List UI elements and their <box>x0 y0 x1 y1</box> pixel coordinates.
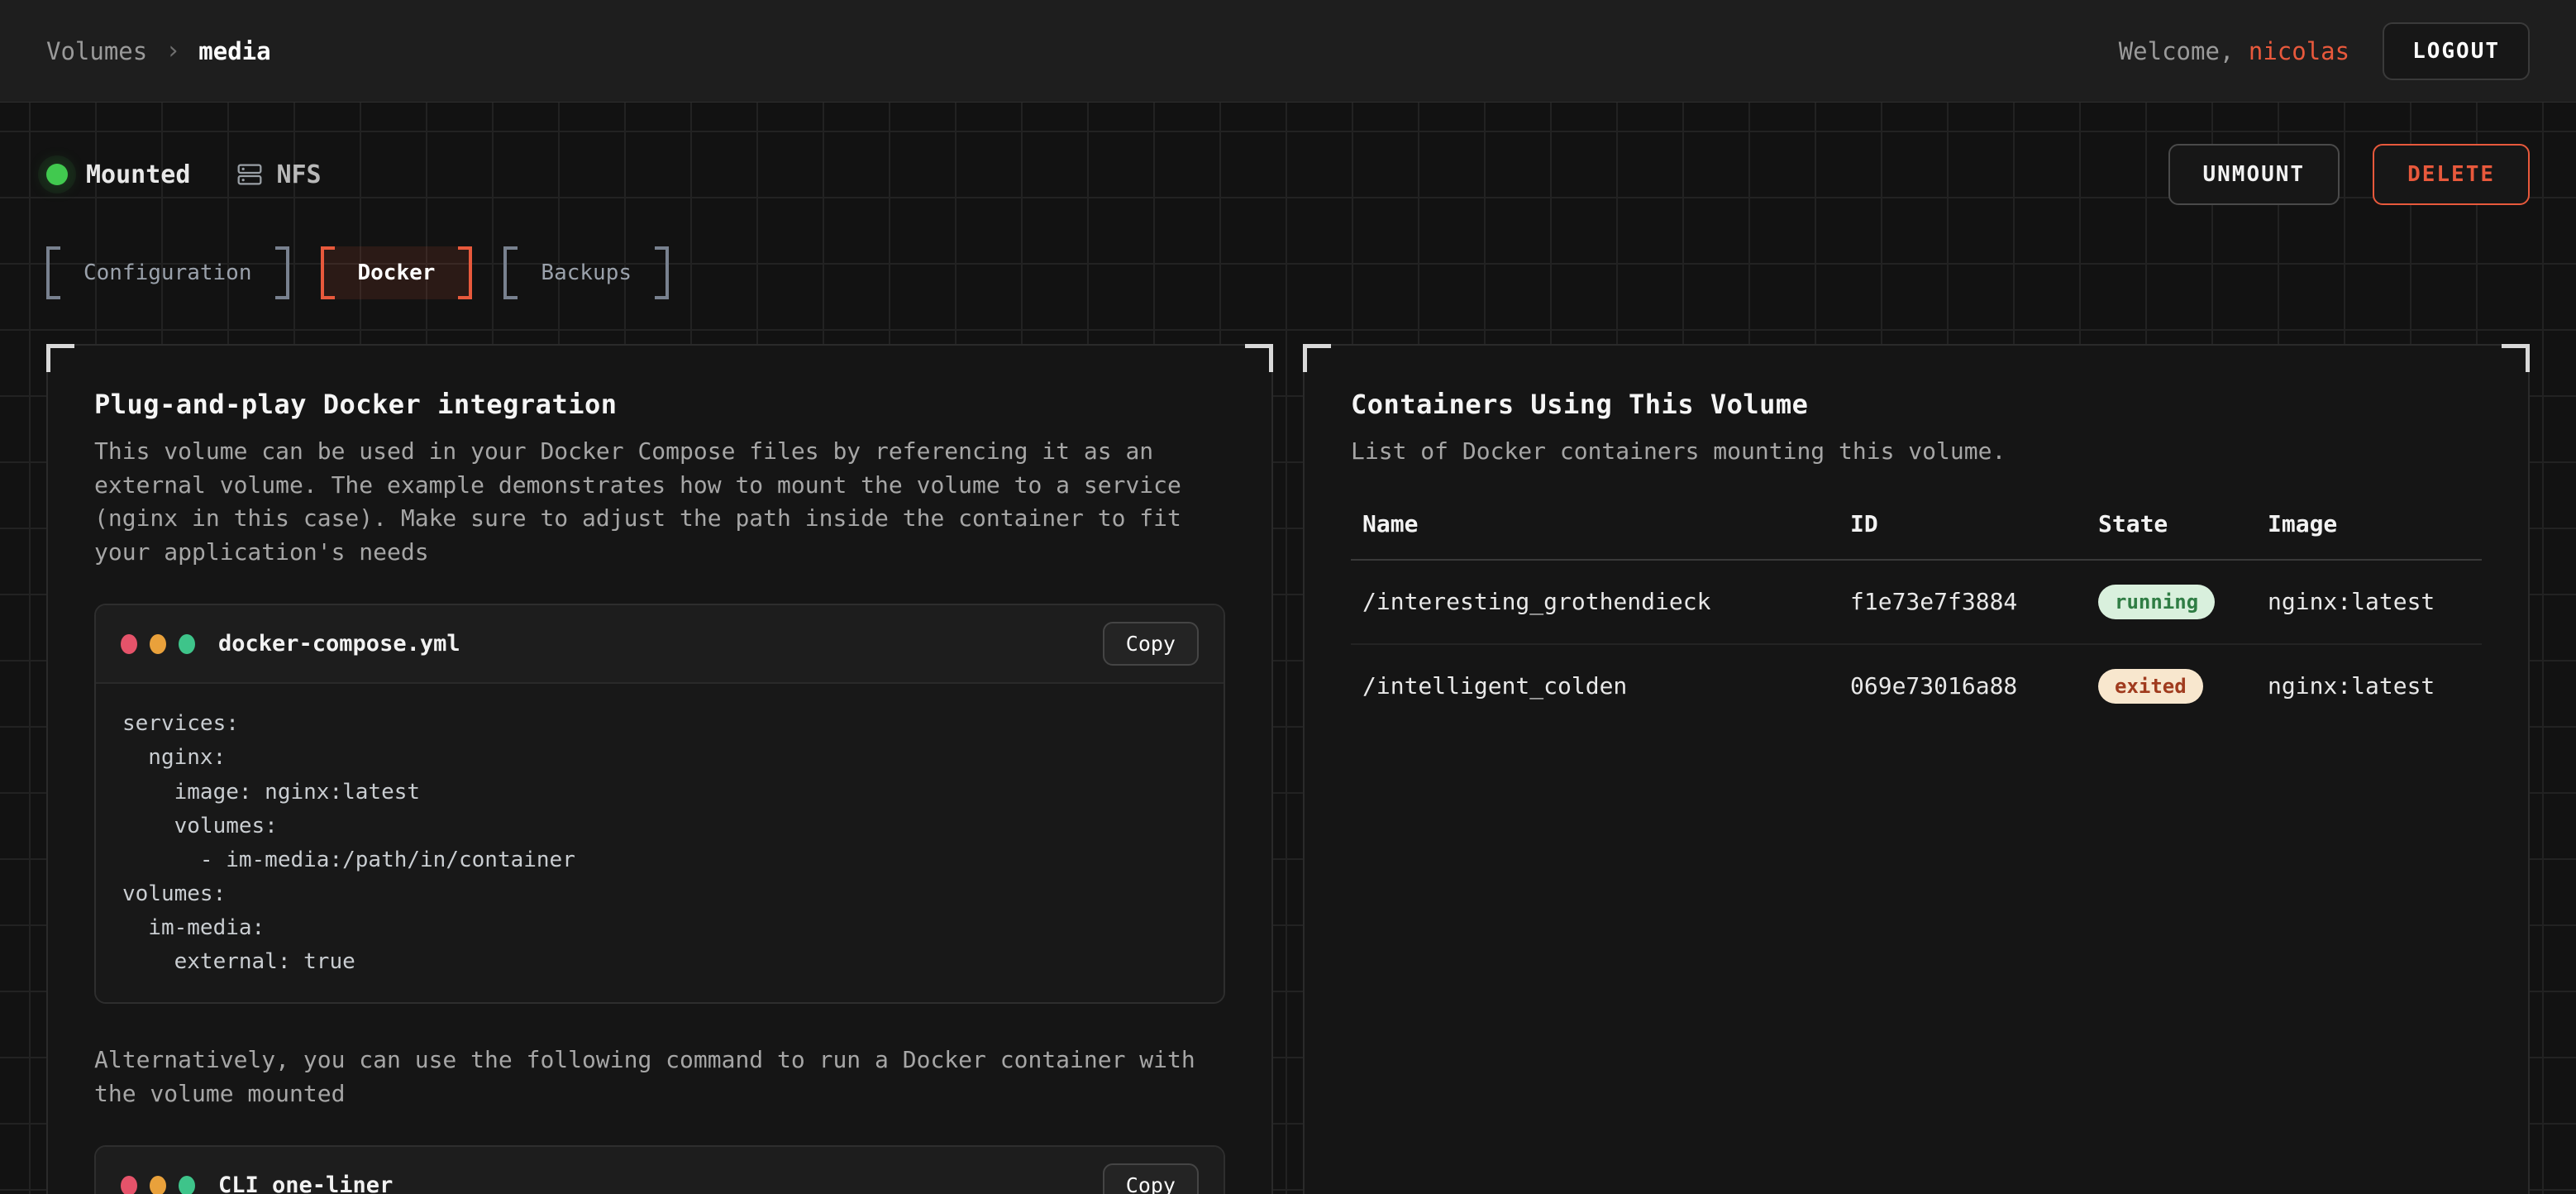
traffic-lights <box>121 634 195 654</box>
panel-corner-icon <box>2502 344 2530 372</box>
containers-panel-subtitle: List of Docker containers mounting this … <box>1351 435 2482 469</box>
col-header-image: Image <box>2268 510 2470 537</box>
mounted-status-dot-icon <box>46 164 68 185</box>
volume-status: Mounted NFS <box>46 160 322 189</box>
breadcrumb-current: media <box>198 37 270 65</box>
driver-label: NFS <box>276 160 321 189</box>
traffic-lights <box>121 1176 195 1194</box>
top-bar: Volumes › media Welcome, nicolas LOGOUT <box>0 0 2576 103</box>
container-image: nginx:latest <box>2268 588 2470 615</box>
containers-panel: Containers Using This Volume List of Doc… <box>1303 344 2530 1194</box>
cli-filename: CLI one-liner <box>218 1173 393 1194</box>
traffic-light-amber-icon <box>150 634 166 654</box>
bracket-left-icon <box>46 246 60 299</box>
panel-corner-icon <box>46 344 74 372</box>
compose-code-card: docker-compose.yml Copy services: nginx:… <box>94 604 1225 1004</box>
tabs: Configuration Docker Backups <box>46 246 2530 299</box>
tab-label: Configuration <box>60 246 275 299</box>
breadcrumb-volumes-link[interactable]: Volumes <box>46 37 147 65</box>
welcome-prefix: Welcome, <box>2119 37 2235 65</box>
traffic-light-green-icon <box>179 634 195 654</box>
volume-toolbar: Mounted NFS UNMOUNT DELETE <box>46 146 2530 203</box>
bracket-right-icon <box>275 246 289 299</box>
traffic-light-amber-icon <box>150 1176 166 1194</box>
compose-code-header: docker-compose.yml Copy <box>96 605 1224 684</box>
col-header-name: Name <box>1362 510 1850 537</box>
compose-filename: docker-compose.yml <box>218 631 460 657</box>
panel-corner-icon <box>1303 344 1331 372</box>
breadcrumb: Volumes › media <box>46 36 271 65</box>
panels: Plug-and-play Docker integration This vo… <box>46 344 2530 1194</box>
bracket-left-icon <box>321 246 335 299</box>
unmount-button[interactable]: UNMOUNT <box>2168 144 2340 205</box>
containers-table: Name ID State Image /interesting_grothen… <box>1351 510 2482 728</box>
server-icon <box>236 161 263 188</box>
state-badge: exited <box>2098 669 2203 704</box>
chevron-right-icon: › <box>165 36 180 65</box>
bracket-right-icon <box>655 246 669 299</box>
col-header-id: ID <box>1850 510 2098 537</box>
bracket-left-icon <box>503 246 518 299</box>
logout-button[interactable]: LOGOUT <box>2383 22 2530 80</box>
traffic-light-red-icon <box>121 1176 137 1194</box>
cli-intro-text: Alternatively, you can use the following… <box>94 1044 1225 1110</box>
cli-code-header: CLI one-liner Copy <box>96 1147 1224 1194</box>
container-image: nginx:latest <box>2268 672 2470 700</box>
tab-backups[interactable]: Backups <box>503 246 669 299</box>
cli-code-card: CLI one-liner Copy docker run -v im-medi… <box>94 1145 1225 1194</box>
state-badge: running <box>2098 585 2215 619</box>
volume-actions: UNMOUNT DELETE <box>2168 144 2531 205</box>
container-id: 069e73016a88 <box>1850 672 2098 700</box>
traffic-light-green-icon <box>179 1176 195 1194</box>
username: nicolas <box>2249 37 2349 65</box>
tab-configuration[interactable]: Configuration <box>46 246 289 299</box>
container-row: /intelligent_colden 069e73016a88 exited … <box>1351 643 2482 728</box>
docker-panel-title: Plug-and-play Docker integration <box>94 389 1225 420</box>
panel-corner-icon <box>1245 344 1273 372</box>
containers-table-body: /interesting_grothendieck f1e73e7f3884 r… <box>1351 561 2482 728</box>
traffic-light-red-icon <box>121 634 137 654</box>
compose-code: services: nginx: image: nginx:latest vol… <box>96 684 1224 1002</box>
containers-panel-title: Containers Using This Volume <box>1351 389 2482 420</box>
docker-panel-description: This volume can be used in your Docker C… <box>94 435 1225 569</box>
welcome-text: Welcome, nicolas <box>2119 37 2349 65</box>
container-name: /interesting_grothendieck <box>1362 588 1850 615</box>
driver-type: NFS <box>236 160 321 189</box>
tab-label: Docker <box>335 246 459 299</box>
app-root: Volumes › media Welcome, nicolas LOGOUT … <box>0 0 2576 1194</box>
delete-button[interactable]: DELETE <box>2373 144 2530 205</box>
user-area: Welcome, nicolas LOGOUT <box>2119 22 2530 80</box>
container-name: /intelligent_colden <box>1362 672 1850 700</box>
container-row: /interesting_grothendieck f1e73e7f3884 r… <box>1351 561 2482 643</box>
tab-label: Backups <box>518 246 655 299</box>
containers-table-header: Name ID State Image <box>1351 510 2482 561</box>
main-content: Mounted NFS UNMOUNT DELETE Configuration <box>0 103 2576 1194</box>
bracket-right-icon <box>458 246 472 299</box>
tab-docker[interactable]: Docker <box>321 246 473 299</box>
docker-integration-panel: Plug-and-play Docker integration This vo… <box>46 344 1273 1194</box>
container-id: f1e73e7f3884 <box>1850 588 2098 615</box>
col-header-state: State <box>2098 510 2268 537</box>
copy-compose-button[interactable]: Copy <box>1103 622 1199 666</box>
mounted-status-label: Mounted <box>86 160 190 189</box>
copy-cli-button[interactable]: Copy <box>1103 1163 1199 1194</box>
